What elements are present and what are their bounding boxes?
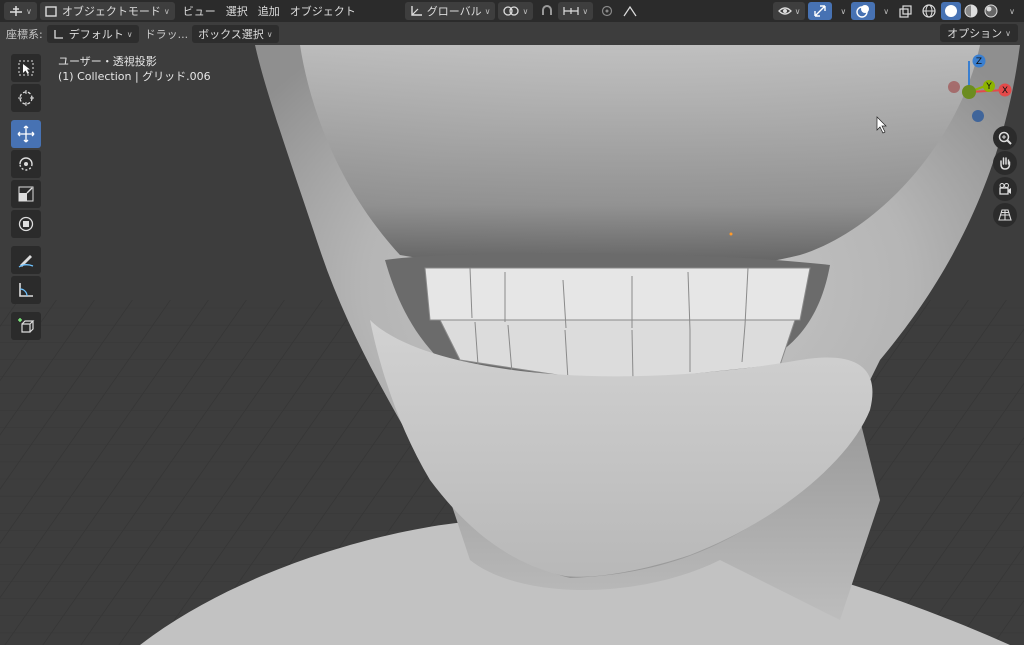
- neg-z-axis[interactable]: [972, 110, 984, 122]
- overlay-icon: [856, 5, 870, 18]
- tool-move[interactable]: [11, 120, 41, 148]
- gizmo-dropdown[interactable]: ∨: [832, 2, 851, 20]
- wireframe-sphere-icon: [922, 4, 936, 18]
- snap-toggle[interactable]: [536, 2, 558, 20]
- scale-icon: [18, 186, 34, 202]
- camera-view-button[interactable]: [993, 177, 1017, 201]
- coord-value: デフォルト: [68, 28, 124, 41]
- select-box-icon: [18, 60, 34, 76]
- falloff-dropdown[interactable]: [618, 2, 642, 20]
- tool-cursor[interactable]: [11, 84, 41, 112]
- mode-label: オブジェクトモード: [61, 5, 161, 18]
- neg-y-axis[interactable]: [962, 85, 976, 99]
- z-axis-label: Z: [976, 57, 982, 67]
- measure-icon: [19, 283, 33, 297]
- select-mode-dropdown[interactable]: ボックス選択 ∨: [192, 25, 279, 43]
- navigation-gizmo[interactable]: Z Y X: [938, 50, 1020, 132]
- xray-toggle[interactable]: [894, 2, 917, 20]
- tool-rotate[interactable]: [11, 150, 41, 178]
- camera-icon: [999, 183, 1011, 195]
- tool-select-box[interactable]: [11, 54, 41, 82]
- shading-solid[interactable]: [941, 2, 962, 20]
- menu-select[interactable]: 選択: [221, 2, 253, 20]
- coord-dropdown[interactable]: デフォルト ∨: [46, 25, 139, 43]
- transform-orientation-dropdown[interactable]: グローバル ∨: [404, 2, 496, 20]
- perspective-toggle-button[interactable]: [993, 203, 1017, 227]
- select-mode-value: ボックス選択: [198, 28, 264, 41]
- tool-shelf: [9, 54, 43, 342]
- visibility-dropdown[interactable]: ∨: [772, 2, 806, 20]
- magnet-icon: [542, 5, 553, 15]
- viewport-info: ユーザー・透視投影 (1) Collection | グリッド.006: [58, 54, 211, 84]
- neg-x-axis[interactable]: [948, 81, 960, 93]
- tool-add-cube[interactable]: [11, 312, 41, 340]
- material-sphere-icon: [964, 4, 978, 18]
- drag-label: ドラッ...: [144, 28, 189, 41]
- snap-increment-icon: [563, 7, 579, 15]
- overlay-toggle[interactable]: [851, 2, 876, 20]
- shading-wireframe[interactable]: [917, 2, 941, 20]
- zoom-icon: [998, 131, 1012, 145]
- coord-icon: [54, 30, 63, 39]
- tool-settings-bar: 座標系: デフォルト ∨ ドラッ... ボックス選択 ∨: [0, 23, 1024, 45]
- eye-icon: [777, 7, 792, 15]
- overlay-dropdown[interactable]: ∨: [875, 2, 894, 20]
- menu-view[interactable]: ビュー: [178, 2, 221, 20]
- xray-icon: [899, 4, 912, 18]
- orientation-label: グローバル: [426, 5, 482, 18]
- proportional-edit-toggle[interactable]: [596, 2, 618, 20]
- orientation-icon: [411, 6, 422, 16]
- tool-scale[interactable]: [11, 180, 41, 208]
- menu-add[interactable]: 追加: [253, 2, 285, 20]
- annotate-icon: [18, 255, 34, 268]
- tool-annotate[interactable]: [11, 246, 41, 274]
- shading-dropdown[interactable]: ∨: [1001, 2, 1020, 20]
- falloff-curve-icon: [623, 5, 637, 17]
- proportional-edit-icon: [602, 5, 613, 17]
- shading-rendered[interactable]: [981, 2, 1001, 20]
- add-cube-icon: [18, 318, 35, 333]
- x-axis-label: X: [1002, 86, 1008, 96]
- object-mode-icon: [45, 5, 57, 17]
- options-label: オプション: [947, 27, 1003, 40]
- transform-icon: [18, 216, 34, 232]
- perspective-grid-icon: [998, 209, 1012, 221]
- shading-material[interactable]: [961, 2, 981, 20]
- coord-label: 座標系:: [6, 28, 43, 41]
- zoom-button[interactable]: [993, 126, 1017, 150]
- pan-hand-icon: [1000, 157, 1011, 170]
- options-dropdown[interactable]: オプション ∨: [940, 24, 1018, 42]
- snap-target-dropdown[interactable]: ∨: [558, 2, 594, 20]
- solid-sphere-icon: [945, 5, 958, 17]
- pivot-point-dropdown[interactable]: ∨: [498, 2, 534, 20]
- cursor-icon: [18, 90, 34, 106]
- pan-button[interactable]: [993, 151, 1017, 175]
- tool-transform[interactable]: [11, 210, 41, 238]
- editor-type-button[interactable]: ∨: [4, 2, 37, 20]
- viewport-header: ∨ オブジェクトモード ∨ ビュー 選択 追加 オブジェクト グローバル ∨ ∨ ∨…: [0, 0, 1024, 22]
- pivot-icon: [503, 6, 520, 16]
- y-axis-label: Y: [985, 82, 992, 92]
- rendered-sphere-icon: [984, 4, 998, 18]
- move-icon: [17, 125, 35, 143]
- editor-type-icon: [10, 6, 22, 16]
- tool-measure[interactable]: [11, 276, 41, 304]
- gizmo-arrows-icon: [814, 5, 827, 17]
- collection-info: (1) Collection | グリッド.006: [58, 70, 211, 83]
- view-name: ユーザー・透視投影: [58, 55, 157, 68]
- menu-object[interactable]: オブジェクト: [285, 2, 361, 20]
- gizmo-toggle[interactable]: [808, 2, 833, 20]
- rotate-icon: [19, 157, 33, 171]
- 3d-viewport[interactable]: [0, 0, 1024, 645]
- mode-dropdown[interactable]: オブジェクトモード ∨: [39, 2, 175, 20]
- viewport-scene[interactable]: [0, 0, 1024, 645]
